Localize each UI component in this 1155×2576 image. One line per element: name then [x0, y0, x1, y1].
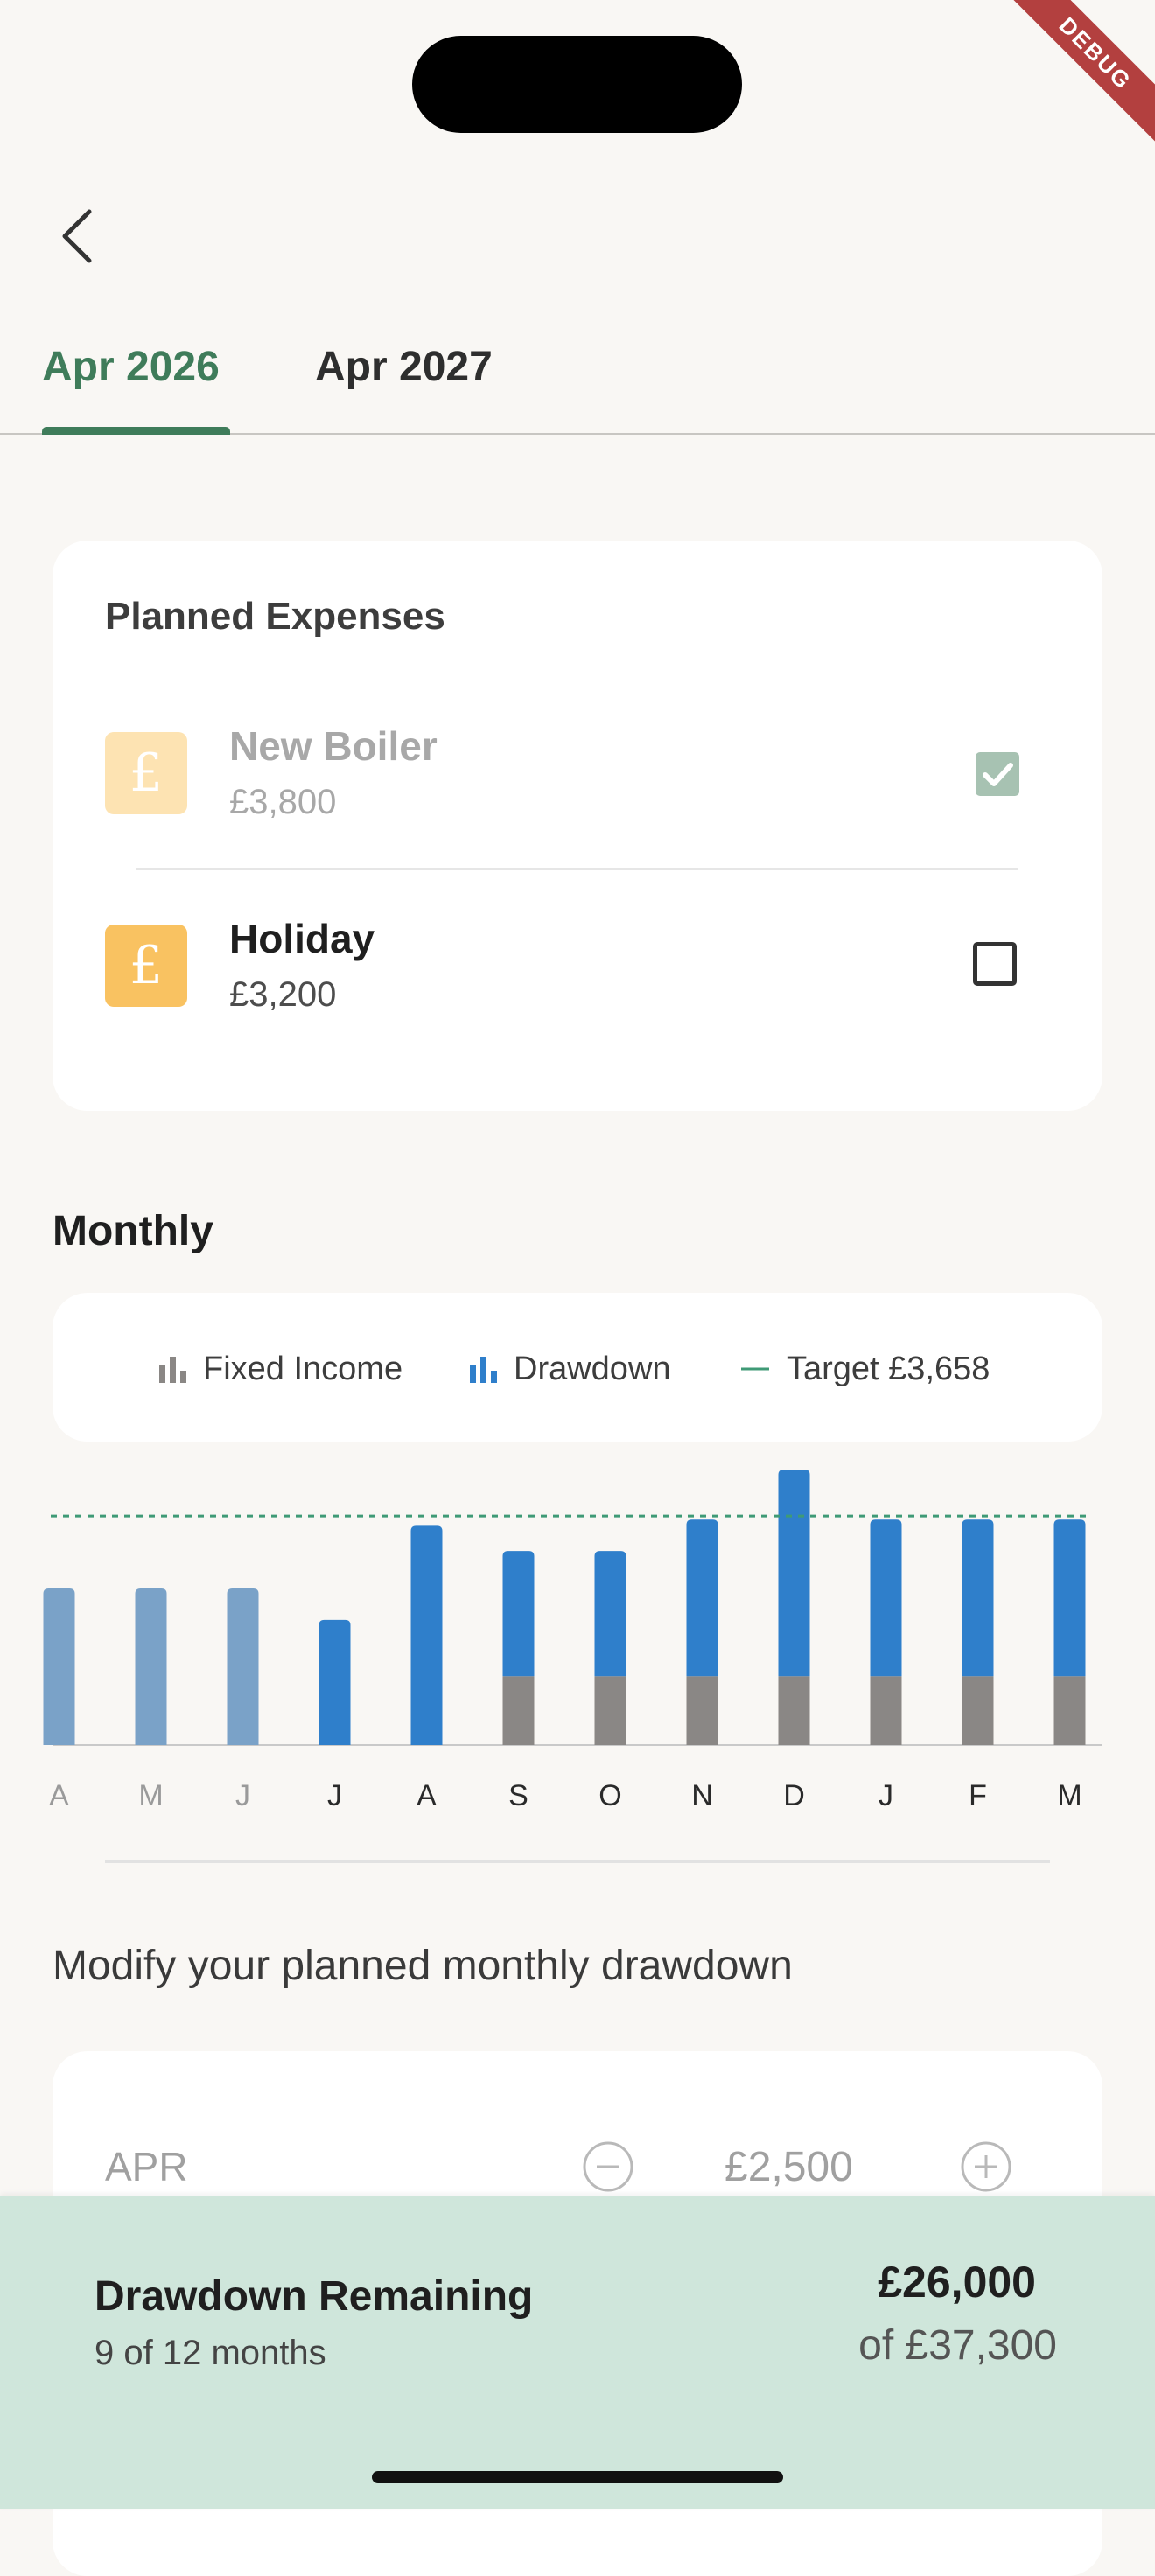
bar-fixed-income	[870, 1676, 902, 1745]
bar-fixed-income	[778, 1676, 810, 1745]
month-tick-label: A	[49, 1779, 69, 1812]
month-tick-label: M	[138, 1779, 163, 1812]
bar-drawdown	[962, 1519, 994, 1677]
expense-checkbox-unchecked[interactable]	[973, 942, 1017, 986]
bar-drawdown	[318, 1619, 351, 1745]
expense-checkbox-checked[interactable]	[976, 752, 1019, 796]
legend-label: Drawdown	[514, 1350, 671, 1387]
edit-month-value: £2,500	[724, 2144, 853, 2190]
month-tick-label: O	[598, 1779, 621, 1812]
section-divider	[105, 1860, 1050, 1863]
legend-fixed-income: Fixed Income	[158, 1343, 402, 1395]
legend-drawdown: Drawdown	[468, 1343, 671, 1395]
bar-drawdown	[686, 1519, 718, 1677]
camera-notch	[412, 36, 742, 133]
debug-label: DEBUG	[1000, 0, 1155, 149]
monthly-title: Monthly	[52, 1208, 214, 1254]
expense-name: Holiday	[229, 916, 375, 961]
expense-separator	[136, 868, 1018, 870]
line-icon	[741, 1367, 769, 1371]
expense-amount: £3,200	[229, 975, 337, 1014]
summary-total: of £37,300	[858, 2322, 1057, 2369]
minus-circle-icon	[583, 2141, 634, 2192]
chevron-left-icon	[62, 209, 92, 263]
month-tick-label: D	[783, 1779, 805, 1812]
edit-month-label: APR	[105, 2144, 188, 2189]
planned-expenses-title: Planned Expenses	[105, 595, 445, 638]
bar-chart-icon	[470, 1357, 497, 1383]
month-tick-label: F	[969, 1779, 987, 1812]
bar-fixed-income	[502, 1676, 535, 1745]
bar-drawdown	[227, 1588, 259, 1745]
pound-icon: £	[105, 732, 187, 814]
bar-drawdown	[43, 1588, 75, 1745]
bar-drawdown	[1054, 1519, 1086, 1677]
increase-button[interactable]	[960, 2140, 1012, 2193]
month-tick-label: M	[1057, 1779, 1082, 1812]
bar-fixed-income	[594, 1676, 626, 1745]
summary-amount: £26,000	[878, 2258, 1036, 2307]
expense-amount: £3,800	[229, 783, 337, 821]
bar-chart-icon	[159, 1357, 186, 1383]
bar-drawdown	[778, 1470, 810, 1677]
month-tick-label: J	[327, 1779, 342, 1812]
bar-drawdown	[870, 1519, 902, 1677]
check-icon	[983, 763, 1013, 786]
decrease-button[interactable]	[582, 2140, 634, 2193]
month-axis: AMJJASONDJFM	[49, 1779, 1082, 1812]
legend-label: Fixed Income	[203, 1350, 403, 1387]
bar-drawdown	[502, 1551, 535, 1677]
month-tick-label: A	[416, 1779, 437, 1812]
bar-drawdown	[594, 1551, 626, 1677]
bar-fixed-income	[1054, 1676, 1086, 1745]
bar-fixed-income	[686, 1676, 718, 1745]
tab-apr-2026[interactable]: Apr 2026	[42, 341, 220, 394]
month-tick-label: J	[235, 1779, 250, 1812]
legend-label: Target £3,658	[787, 1350, 990, 1387]
tab-apr-2027[interactable]: Apr 2027	[315, 341, 493, 394]
month-tick-label: S	[508, 1779, 528, 1812]
modify-heading: Modify your planned monthly drawdown	[52, 1943, 793, 1989]
plus-circle-icon	[961, 2141, 1012, 2192]
bar-fixed-income	[962, 1676, 994, 1745]
summary-title: Drawdown Remaining	[94, 2273, 534, 2320]
active-tab-indicator	[42, 427, 230, 435]
month-tick-label: N	[691, 1779, 713, 1812]
expense-name: New Boiler	[229, 723, 438, 769]
month-tick-label: J	[878, 1779, 893, 1812]
summary-subtitle: 9 of 12 months	[94, 2334, 326, 2372]
debug-ribbon: DEBUG	[998, 0, 1155, 157]
home-indicator	[372, 2471, 783, 2483]
bar-drawdown	[410, 1525, 443, 1745]
pound-icon: £	[105, 925, 187, 1007]
bar-drawdown	[135, 1588, 167, 1745]
legend-target: Target £3,658	[739, 1343, 990, 1395]
back-button[interactable]	[52, 201, 105, 271]
